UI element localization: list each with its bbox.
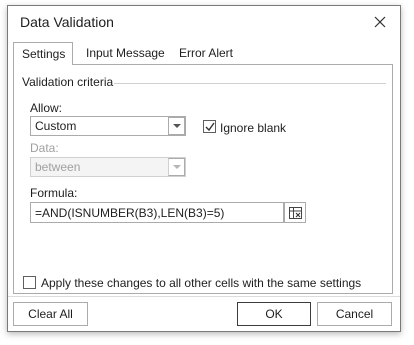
apply-all-label: Apply these changes to all other cells w… — [41, 276, 362, 290]
checkmark-icon — [205, 122, 215, 132]
data-validation-dialog: Data Validation Settings Input Message E… — [7, 5, 401, 332]
settings-panel: Validation criteria Allow: Custom Ignore… — [13, 64, 393, 294]
tab-input-message[interactable]: Input Message — [78, 42, 173, 64]
formula-label: Formula: — [30, 186, 78, 200]
data-dropdown[interactable]: between — [30, 157, 186, 177]
cancel-button[interactable]: Cancel — [317, 302, 392, 326]
ok-button[interactable]: OK — [237, 302, 311, 326]
allow-label: Allow: — [30, 101, 63, 115]
formula-input[interactable]: =AND(ISNUMBER(B3),LEN(B3)=5) — [30, 202, 284, 223]
chevron-down-icon — [173, 124, 181, 128]
tab-settings[interactable]: Settings — [13, 42, 73, 65]
range-select-button[interactable] — [284, 202, 306, 223]
clear-all-button[interactable]: Clear All — [13, 302, 88, 326]
formula-value: =AND(ISNUMBER(B3),LEN(B3)=5) — [35, 206, 225, 220]
chevron-down-icon — [173, 165, 181, 169]
close-button[interactable] — [370, 12, 390, 32]
group-divider — [114, 83, 386, 84]
close-icon — [374, 16, 386, 28]
footer-divider — [8, 296, 400, 297]
ignore-blank-checkbox[interactable] — [203, 120, 216, 133]
data-value: between — [35, 160, 81, 174]
validation-criteria-label: Validation criteria — [22, 75, 114, 89]
allow-value: Custom — [35, 119, 77, 133]
apply-all-checkbox[interactable] — [23, 276, 36, 289]
allow-dropdown[interactable]: Custom — [30, 116, 186, 136]
tab-error-alert[interactable]: Error Alert — [171, 42, 241, 64]
data-dropdown-button[interactable] — [168, 158, 185, 176]
dialog-title: Data Validation — [20, 14, 114, 30]
ignore-blank-label: Ignore blank — [220, 121, 287, 135]
range-select-icon — [289, 207, 302, 219]
allow-dropdown-button[interactable] — [168, 117, 185, 135]
data-label: Data: — [30, 141, 59, 155]
